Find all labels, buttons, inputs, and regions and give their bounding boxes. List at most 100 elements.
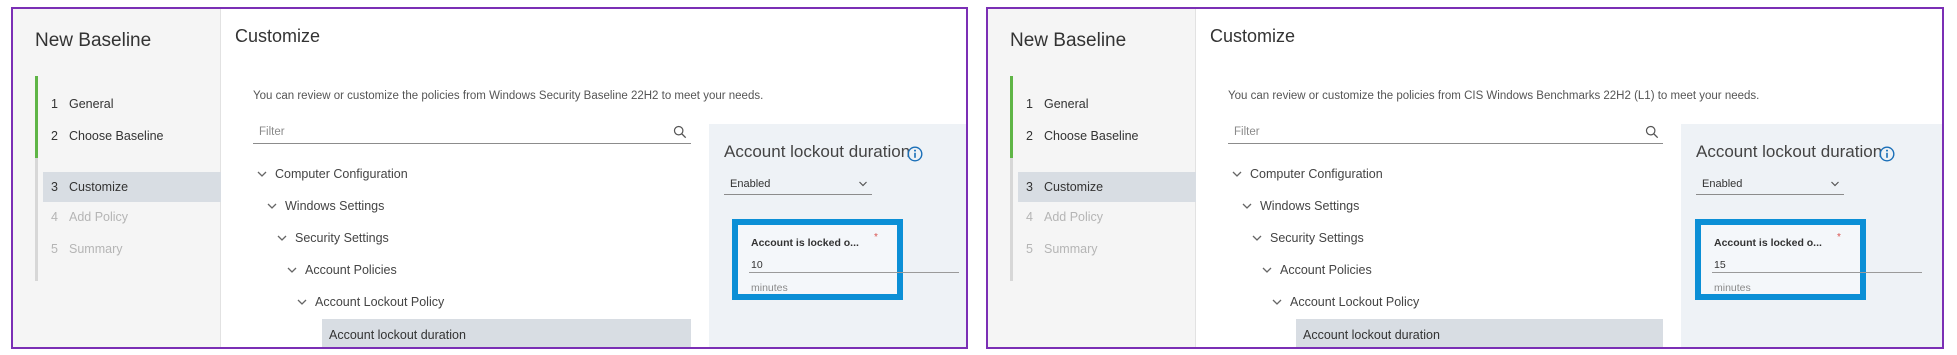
tree-node-label: Account Policies xyxy=(305,263,397,277)
search-icon[interactable] xyxy=(673,125,687,139)
tree-node-account-policies[interactable]: Account Policies xyxy=(1260,254,1372,286)
tree-node-windows-settings[interactable]: Windows Settings xyxy=(1240,190,1359,222)
step-rail-completed xyxy=(35,76,38,158)
step-label: Summary xyxy=(1044,242,1098,256)
step-label: Summary xyxy=(69,242,123,256)
lockout-duration-input[interactable]: 15 xyxy=(1714,259,1726,271)
highlighted-field: Account is locked o... * 10 minutes xyxy=(732,219,959,300)
tree-node-label: Account Policies xyxy=(1280,263,1372,277)
required-mark: * xyxy=(1837,232,1841,243)
policy-detail-pane: Account lockout duration Enabled Account… xyxy=(1681,124,1942,347)
info-icon[interactable] xyxy=(907,146,923,162)
tree-node-windows-settings[interactable]: Windows Settings xyxy=(265,190,384,222)
step-choose-baseline[interactable]: 2 Choose Baseline xyxy=(1018,121,1196,151)
chevron-down-icon xyxy=(859,181,867,187)
tree-node-account-lockout-policy[interactable]: Account Lockout Policy xyxy=(1270,286,1419,318)
tree-node-account-policies[interactable]: Account Policies xyxy=(285,254,397,286)
highlighted-field: Account is locked o... * 15 minutes xyxy=(1695,219,1922,300)
step-number: 4 xyxy=(1026,210,1033,224)
step-label: Choose Baseline xyxy=(1044,129,1139,143)
chevron-down-icon xyxy=(1831,181,1839,187)
step-summary: 5 Summary xyxy=(43,234,221,264)
step-number: 5 xyxy=(51,242,58,256)
wizard-title: New Baseline xyxy=(1010,30,1127,51)
chevron-down-icon[interactable] xyxy=(1250,231,1264,245)
info-icon[interactable] xyxy=(1879,146,1895,162)
baseline-wizard-right: New Baseline 1 General 2 Choose Baseline 3… xyxy=(986,7,1944,349)
step-add-policy: 4 Add Policy xyxy=(43,202,221,232)
lockout-duration-input[interactable]: 10 xyxy=(751,259,763,271)
step-general[interactable]: 1 General xyxy=(1018,89,1196,119)
field-unit: minutes xyxy=(1714,282,1751,294)
detail-title: Account lockout duration xyxy=(1696,142,1883,161)
wizard-sidebar: New Baseline 1 General 2 Choose Baseline 3… xyxy=(988,9,1196,347)
customize-content: Customize You can review or customize th… xyxy=(1208,9,1942,347)
customize-content: Customize You can review or customize th… xyxy=(233,9,966,347)
filter-box xyxy=(1228,122,1663,144)
step-label: Add Policy xyxy=(1044,210,1104,224)
filter-input[interactable] xyxy=(1228,122,1628,138)
step-label: Customize xyxy=(69,180,129,194)
tree-node-computer-configuration[interactable]: Computer Configuration xyxy=(1230,158,1383,190)
wizard-sidebar: New Baseline 1 General 2 Choose Baseline 3… xyxy=(13,9,221,347)
chevron-down-icon[interactable] xyxy=(285,263,299,277)
step-customize[interactable]: 3 Customize xyxy=(43,172,221,202)
chevron-down-icon[interactable] xyxy=(255,167,269,181)
step-add-policy: 4 Add Policy xyxy=(1018,202,1196,232)
field-underline xyxy=(1712,272,1922,273)
step-summary: 5 Summary xyxy=(1018,234,1196,264)
step-label: General xyxy=(69,97,114,111)
tree-node-label: Security Settings xyxy=(1270,231,1364,245)
step-label: Customize xyxy=(1044,180,1104,194)
tree-node-label: Computer Configuration xyxy=(275,167,408,181)
chevron-down-icon[interactable] xyxy=(1230,167,1244,181)
step-general[interactable]: 1 General xyxy=(43,89,221,119)
chevron-down-icon[interactable] xyxy=(275,231,289,245)
step-choose-baseline[interactable]: 2 Choose Baseline xyxy=(43,121,221,151)
step-number: 3 xyxy=(51,180,58,194)
tree-node-label: Account lockout duration xyxy=(329,328,466,342)
tree-node-label: Computer Configuration xyxy=(1250,167,1383,181)
chevron-down-icon[interactable] xyxy=(265,199,279,213)
field-label: Account is locked o... xyxy=(751,237,859,249)
tree-node-account-lockout-policy[interactable]: Account Lockout Policy xyxy=(295,286,444,318)
step-label: Add Policy xyxy=(69,210,129,224)
field-underline xyxy=(749,272,959,273)
tree-node-label: Security Settings xyxy=(295,231,389,245)
field-unit: minutes xyxy=(751,282,788,294)
step-number: 3 xyxy=(1026,180,1033,194)
filter-input[interactable] xyxy=(253,122,653,138)
tree-node-account-lockout-duration[interactable]: Account lockout duration xyxy=(1296,319,1663,347)
step-label: Choose Baseline xyxy=(69,129,164,143)
tree-node-label: Windows Settings xyxy=(285,199,385,213)
chevron-down-icon[interactable] xyxy=(295,295,309,309)
step-label: General xyxy=(1044,97,1089,111)
chevron-down-icon[interactable] xyxy=(1260,263,1274,277)
tree-node-account-lockout-duration[interactable]: Account lockout duration xyxy=(322,319,691,347)
filter-box xyxy=(253,122,691,144)
detail-title: Account lockout duration xyxy=(724,142,911,161)
tree-node-security-settings[interactable]: Security Settings xyxy=(1250,222,1364,254)
tree-node-label: Windows Settings xyxy=(1260,199,1360,213)
chevron-down-icon[interactable] xyxy=(1270,295,1284,309)
tree-node-computer-configuration[interactable]: Computer Configuration xyxy=(255,158,408,190)
tree-node-label: Account lockout duration xyxy=(1303,328,1440,342)
step-number: 2 xyxy=(51,129,58,143)
page-title: Customize xyxy=(1210,26,1296,46)
wizard-title: New Baseline xyxy=(35,30,152,51)
policy-state-select[interactable]: Enabled xyxy=(1696,175,1844,195)
step-number: 1 xyxy=(51,97,58,111)
baseline-wizard-left: New Baseline 1 General 2 Choose Baseline 3… xyxy=(11,7,968,349)
search-icon[interactable] xyxy=(1645,125,1659,139)
step-number: 1 xyxy=(1026,97,1033,111)
intro-text: You can review or customize the policies… xyxy=(253,90,764,102)
tree-node-security-settings[interactable]: Security Settings xyxy=(275,222,389,254)
chevron-down-icon[interactable] xyxy=(1240,199,1254,213)
required-mark: * xyxy=(874,232,878,243)
field-label: Account is locked o... xyxy=(1714,237,1822,249)
intro-text: You can review or customize the policies… xyxy=(1228,90,1760,102)
step-customize[interactable]: 3 Customize xyxy=(1018,172,1196,202)
step-rail-completed xyxy=(1010,76,1013,158)
policy-detail-pane: Account lockout duration Enabled Account… xyxy=(709,124,966,347)
policy-state-select[interactable]: Enabled xyxy=(724,175,872,195)
